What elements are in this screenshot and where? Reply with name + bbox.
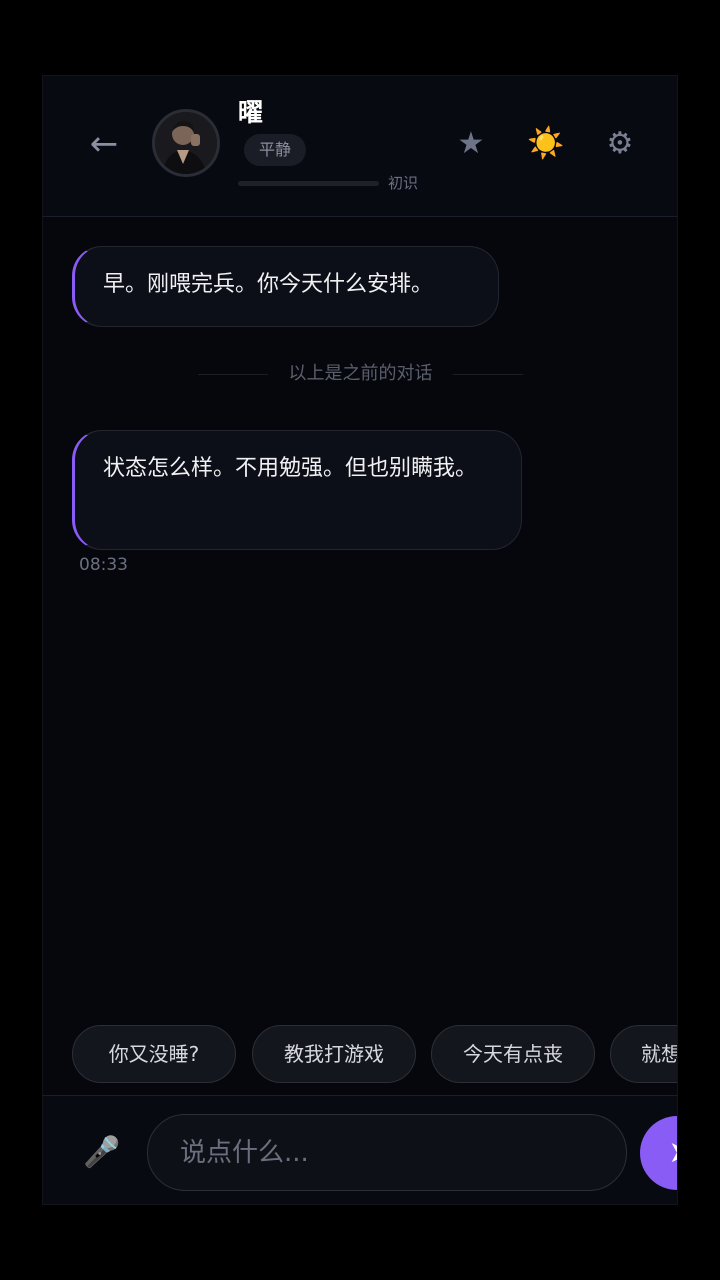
message-bubble: 早。刚喂完兵。你今天什么安排。 [72,246,499,327]
back-icon[interactable]: ← [83,124,125,164]
chat-header: ← 曜 平静 初识 ★ ☀️ ⚙ [43,76,677,217]
quick-reply-chip[interactable]: 教我打游戏 [252,1025,416,1083]
message-timestamp: 08:33 [79,555,128,575]
input-bar: 🎤 ➤ [43,1095,677,1204]
quick-reply-chip[interactable]: 今天有点丧 [431,1025,595,1083]
affinity-label: 初识 [388,174,419,192]
quick-reply-chip[interactable]: 你又没睡? [72,1025,236,1083]
quick-replies: 你又没睡? 教我打游戏 今天有点丧 就想 [72,1025,677,1083]
message-input[interactable] [147,1114,627,1191]
mood-badge: 平静 [244,134,307,166]
gear-icon[interactable]: ⚙ [599,124,641,164]
message-bubble: 状态怎么样。不用勉强。但也别瞒我。 [72,430,522,550]
quick-reply-chip[interactable]: 就想 [610,1025,677,1083]
star-icon[interactable]: ★ [450,124,492,164]
send-icon[interactable]: ➤ [640,1116,677,1190]
microphone-icon[interactable]: 🎤 [81,1132,123,1174]
affinity-progress-bar [238,181,379,186]
chat-screen: ← 曜 平静 初识 ★ ☀️ ⚙ 早。刚喂完兵。你今天什么安排。 以上是之前的对… [42,75,678,1205]
avatar[interactable] [152,109,220,177]
divider-line [453,374,523,375]
sun-icon[interactable]: ☀️ [525,124,567,164]
character-name: 曜 [238,98,264,127]
history-divider: 以上是之前的对话 [198,362,523,386]
